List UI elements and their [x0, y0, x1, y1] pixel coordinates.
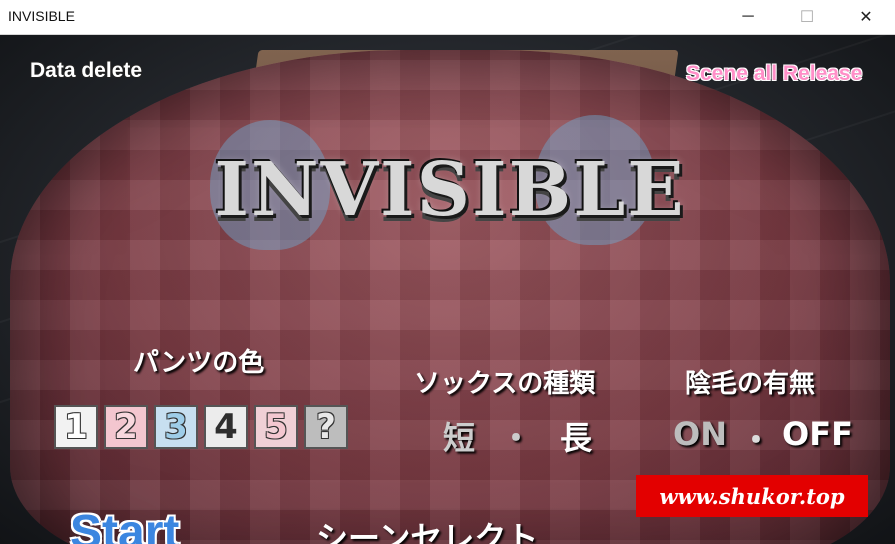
pants-color-label: パンツの色	[133, 348, 265, 378]
minimize-button[interactable]: ─	[719, 0, 777, 34]
pants-color-5-button[interactable]: 5	[254, 405, 298, 449]
scene-all-release-button[interactable]: Scene all Release	[686, 62, 862, 86]
pubic-hair-label: 陰毛の有無	[685, 369, 816, 399]
data-delete-button[interactable]: Data delete	[30, 59, 142, 83]
window-title: INVISIBLE	[8, 8, 75, 24]
window-titlebar: INVISIBLE ─ ☐ ✕	[0, 0, 895, 35]
pants-color-2-button[interactable]: 2	[104, 405, 148, 449]
watermark-banner: www.shukor.top	[636, 475, 868, 517]
socks-separator: ・	[500, 419, 533, 457]
socks-type-label: ソックスの種類	[414, 369, 596, 399]
socks-long-button[interactable]: 長	[560, 413, 592, 459]
scene-select-button[interactable]: シーンセレクト	[316, 513, 538, 544]
game-logo: INVISIBLE	[214, 147, 686, 233]
pubic-hair-off-button[interactable]: OFF	[782, 415, 853, 453]
pants-color-random-button[interactable]: ?	[304, 405, 348, 449]
game-title-screen: INVISIBLE Data delete Scene all Release …	[0, 35, 895, 544]
maximize-button[interactable]: ☐	[778, 0, 836, 34]
pants-color-selector: 1 2 3 4 5 ?	[54, 405, 348, 449]
pants-color-1-button[interactable]: 1	[54, 405, 98, 449]
pants-color-3-button[interactable]: 3	[154, 405, 198, 449]
kotatsu-blanket	[10, 50, 890, 544]
start-button[interactable]: Start	[70, 505, 179, 544]
close-button[interactable]: ✕	[837, 0, 895, 34]
pubic-hair-separator: ・	[740, 421, 773, 459]
pants-color-4-button[interactable]: 4	[204, 405, 248, 449]
socks-short-button[interactable]: 短	[443, 413, 475, 459]
pubic-hair-on-button[interactable]: ON	[673, 415, 727, 453]
